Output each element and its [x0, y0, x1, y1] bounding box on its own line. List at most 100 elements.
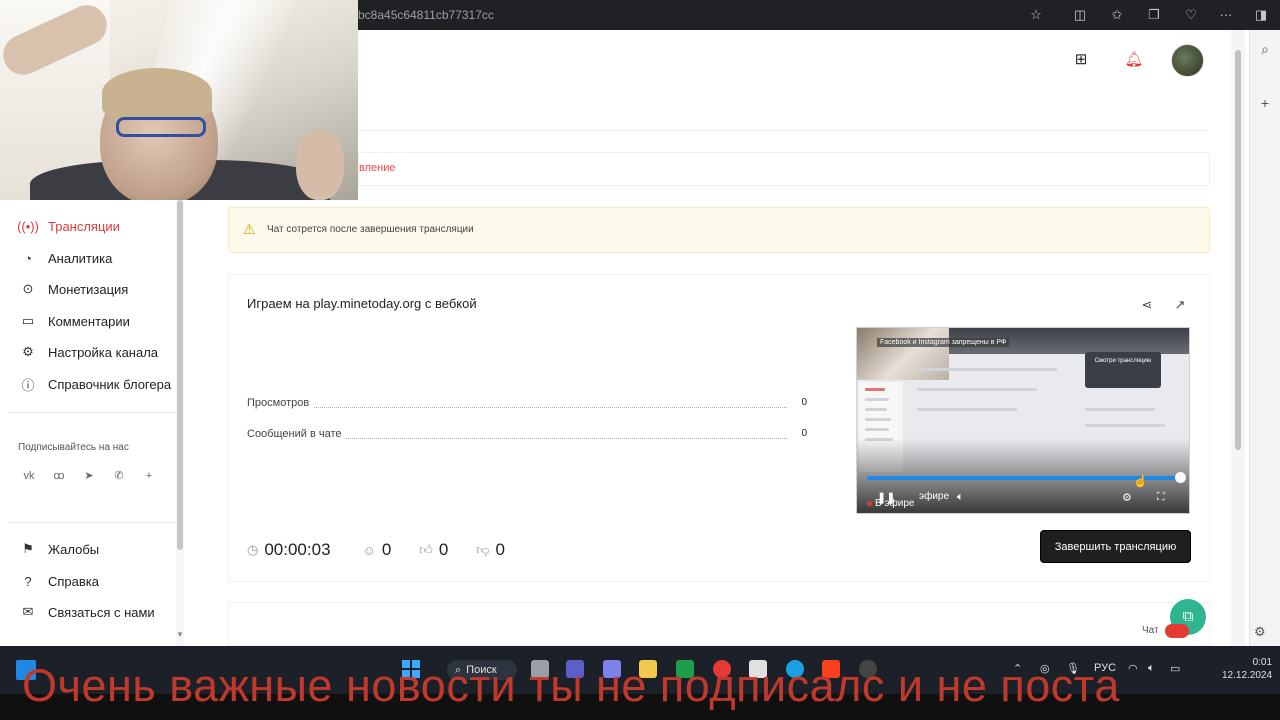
- sidebar-item-label: Справочник блогера: [48, 376, 172, 392]
- guide-icon: ⓘ: [21, 377, 35, 393]
- mail-icon: ✉: [22, 604, 34, 619]
- sidebar-divider: [8, 412, 176, 413]
- sidebar-scrollbar[interactable]: [176, 200, 184, 646]
- scroll-down-icon[interactable]: ▼: [176, 630, 184, 639]
- sidebar-item-complaints[interactable]: ⚑ Жалобы: [20, 538, 99, 560]
- viewer-icon: ☺: [362, 542, 376, 558]
- clock-icon: ◷: [247, 542, 259, 557]
- tab-management[interactable]: вление: [359, 162, 395, 174]
- extensions-icon[interactable]: ♡: [1182, 6, 1200, 24]
- share-icon[interactable]: ⋖: [1139, 297, 1155, 313]
- stat-views: Просмотров 0: [247, 397, 807, 413]
- likes-count: 0: [438, 540, 449, 559]
- page-scrollbar[interactable]: [1231, 30, 1245, 646]
- external-link-icon[interactable]: ↗: [1172, 297, 1188, 313]
- sidebar-item-comments[interactable]: ▭ Комментарии: [20, 310, 130, 332]
- live-indicator: В эфире: [867, 498, 915, 509]
- sidebar-item-monetization[interactable]: ⊙ Монетизация: [20, 278, 129, 300]
- browser-sidebar: ⌕ +: [1249, 30, 1280, 646]
- add-icon[interactable]: +: [1256, 94, 1274, 112]
- video-banner: Facebook и Instagram запрещены в РФ: [877, 338, 1010, 347]
- viewers-count: 0: [381, 540, 392, 559]
- chat-label: Чат: [1142, 625, 1159, 636]
- sidebar-item-label: Комментарии: [48, 313, 130, 329]
- stat-label: Просмотров: [247, 397, 314, 409]
- video-progress-knob[interactable]: [1175, 472, 1186, 483]
- split-view-icon[interactable]: ◫: [1071, 6, 1089, 24]
- fullscreen-icon[interactable]: ⛶: [1157, 491, 1165, 504]
- plus-icon[interactable]: +: [140, 468, 158, 484]
- stat-chat-messages: Сообщений в чате 0: [247, 428, 807, 444]
- video-live-partial: эфире: [919, 491, 950, 502]
- create-icon[interactable]: ⊞: [1069, 48, 1093, 72]
- header-divider: [358, 130, 1208, 131]
- sidebar-item-contact[interactable]: ✉ Связаться с нами: [20, 601, 155, 623]
- video-inner-button: Смотри трансляцию: [1085, 352, 1161, 388]
- stream-counters: ◷ 00:00:03 ☺ 0 👍︎ 0 👎︎ 0: [247, 539, 527, 561]
- scrollbar-thumb[interactable]: [1235, 50, 1241, 450]
- chat-card: [228, 602, 1210, 646]
- chat-toggle[interactable]: [1165, 624, 1189, 638]
- screen: bc8a45c64811cb77317cc ☆ ◫ ✩ ❐ ♡ ··· ◨ ⌕ …: [0, 0, 1280, 720]
- gear-icon[interactable]: ⚙: [1254, 624, 1266, 640]
- video-preview[interactable]: Facebook и Instagram запрещены в РФ Смот…: [856, 327, 1190, 514]
- follow-label: Подписывайтесь на нас: [18, 442, 129, 453]
- dislikes-count: 0: [495, 540, 506, 559]
- collections-icon[interactable]: ❐: [1145, 6, 1163, 24]
- glasses: [116, 117, 206, 137]
- sidebar-item-analytics[interactable]: ◔ Аналитика: [20, 247, 112, 269]
- video-webcam-thumb: [857, 328, 949, 380]
- stream-timer: 00:00:03: [264, 540, 331, 559]
- address-bar[interactable]: bc8a45c64811cb77317cc: [358, 8, 494, 22]
- webcam-overlay: [0, 0, 358, 200]
- settings-icon: ⚙: [22, 344, 34, 359]
- volume-icon[interactable]: 🔈︎: [957, 491, 964, 504]
- telegram-icon[interactable]: ➤: [80, 468, 98, 484]
- sidebar-icon[interactable]: ◨: [1252, 6, 1270, 24]
- sidebar-item-channel-settings[interactable]: ⚙ Настройка канала: [20, 341, 158, 363]
- subtitle-overlay: Очень важные новости ты не подписалс и н…: [22, 660, 1120, 711]
- sidebar-divider: [8, 522, 176, 523]
- broadcast-icon: ((•)): [17, 218, 39, 234]
- sidebar-item-help[interactable]: ? Справка: [20, 570, 99, 592]
- vk-icon[interactable]: vk: [20, 468, 38, 484]
- sidebar-item-blogger-guide[interactable]: ⓘ Справочник блогера: [20, 373, 171, 395]
- stream-title: Играем на play.minetoday.org с вебкой: [247, 296, 477, 311]
- sidebar-item-label: Трансляции: [48, 218, 120, 234]
- warning-icon: ⚠: [243, 221, 256, 237]
- end-stream-button[interactable]: Завершить трансляцию: [1040, 530, 1191, 563]
- sidebar-item-label: Монетизация: [48, 281, 129, 297]
- sidebar-item-label: Связаться с нами: [48, 604, 155, 620]
- viber-icon[interactable]: ✆: [110, 468, 128, 484]
- more-icon[interactable]: ···: [1217, 6, 1235, 24]
- sidebar-item-label: Аналитика: [48, 250, 113, 266]
- search-icon[interactable]: ⌕: [1256, 40, 1274, 58]
- ok-icon[interactable]: ꝏ: [50, 468, 68, 484]
- avatar[interactable]: [1171, 44, 1204, 77]
- star-icon[interactable]: ☆: [1027, 6, 1045, 24]
- bell-icon[interactable]: 🔔︎: [1122, 48, 1146, 72]
- chat-bubble-icon: ⧉: [1182, 608, 1194, 625]
- cursor-icon: ☝: [1133, 474, 1148, 488]
- monetization-icon: ⊙: [22, 281, 34, 296]
- live-dot-icon: [867, 501, 872, 506]
- comments-icon: ▭: [21, 313, 35, 328]
- stat-label: Сообщений в чате: [247, 428, 346, 440]
- sidebar-item-label: Жалобы: [48, 541, 100, 557]
- stat-value: 0: [801, 428, 807, 439]
- chat-warning-alert: ⚠ Чат сотрется после завершения трансляц…: [228, 207, 1210, 253]
- tabs-row: вление: [358, 152, 1210, 186]
- favorites-icon[interactable]: ✩: [1108, 6, 1126, 24]
- sidebar-item-label: Настройка канала: [48, 344, 159, 360]
- help-icon: ?: [24, 573, 32, 589]
- live-label: В эфире: [875, 498, 915, 509]
- sidebar-item-broadcasts[interactable]: ((•)) Трансляции: [17, 215, 120, 237]
- dotted-leader: [247, 407, 787, 408]
- thumbs-up-icon: 👍︎: [419, 542, 433, 557]
- video-settings-icon[interactable]: ⚙: [1122, 491, 1132, 504]
- thumbs-down-icon: 👎︎: [476, 542, 490, 557]
- sidebar-scrollbar-thumb[interactable]: [177, 200, 183, 550]
- alert-text: Чат сотрется после завершения трансляции: [267, 224, 474, 235]
- stat-value: 0: [801, 397, 807, 408]
- sidebar-item-label: Справка: [48, 573, 99, 589]
